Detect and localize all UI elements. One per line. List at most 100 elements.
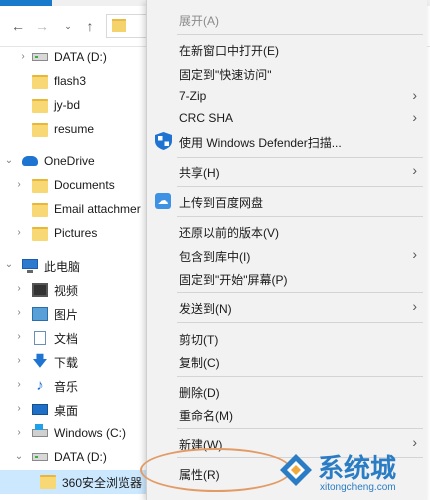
menu-item-label: 上传到百度网盘 (179, 196, 264, 210)
drive-icon (32, 53, 48, 61)
menu-item-label: CRC SHA (179, 111, 234, 125)
chevron-right-icon[interactable]: › (14, 307, 24, 319)
chevron-right-icon[interactable]: › (14, 179, 24, 191)
tree-item-videos[interactable]: › 视频 (0, 278, 148, 302)
tree-item-this-pc[interactable]: ⌄ 此电脑 (0, 254, 148, 278)
back-arrow-icon[interactable]: ← (8, 16, 28, 36)
tree-item-data-d[interactable]: ⌄ DATA (D:) (0, 446, 148, 470)
tree-item-documents[interactable]: › Documents (0, 174, 148, 198)
menu-separator (177, 292, 423, 293)
tree-item-label: DATA (D:) (54, 450, 107, 464)
tree-item-label: jy-bd (54, 98, 81, 112)
watermark-url: xitongcheng.com (320, 482, 396, 493)
chevron-down-icon[interactable]: ⌄ (4, 259, 14, 271)
menu-separator (177, 322, 423, 323)
tree-item-email-attachments[interactable]: Email attachmer (0, 198, 148, 222)
tree-item-jy-bd[interactable]: jy-bd (0, 94, 148, 118)
submenu-arrow-icon: › (412, 246, 417, 262)
download-arrow-icon: 🡇 (32, 353, 48, 370)
onedrive-cloud-icon (22, 156, 38, 166)
tree-item-windows-c[interactable]: › Windows (C:) (0, 422, 148, 446)
folder-icon (32, 123, 48, 137)
drive-icon (32, 453, 48, 461)
folder-icon (40, 475, 56, 489)
chevron-down-icon[interactable]: ⌄ (14, 451, 24, 463)
tree-item-label: Email attachmer (54, 202, 141, 216)
menu-item-label: 发送到(N) (179, 302, 232, 316)
menu-item-cut[interactable]: 剪切(T) (147, 326, 427, 350)
chevron-right-icon[interactable]: › (14, 331, 24, 343)
tree-item-label: 下载 (54, 356, 79, 370)
menu-item-crc-sha[interactable]: CRC SHA › (147, 106, 427, 130)
chevron-down-icon[interactable]: ⌄ (4, 155, 14, 167)
menu-separator (177, 428, 423, 429)
menu-item-restore-versions[interactable]: 还原以前的版本(V) (147, 219, 427, 243)
tree-item-desktop[interactable]: › 桌面 (0, 398, 148, 422)
chevron-right-icon[interactable]: › (14, 427, 24, 439)
menu-item-send-to[interactable]: 发送到(N) › (147, 295, 427, 319)
watermark: 系统城 xitongcheng.com (272, 446, 430, 500)
chevron-right-icon[interactable]: › (14, 379, 24, 391)
tree-item-resume[interactable]: resume (0, 118, 148, 142)
menu-separator (177, 34, 423, 35)
menu-item-rename[interactable]: 重命名(M) (147, 402, 427, 426)
tree-item-onedrive[interactable]: ⌄ OneDrive (0, 150, 148, 174)
menu-item-label: 固定到"开始"屏幕(P) (179, 273, 288, 287)
computer-icon (22, 259, 38, 273)
menu-item-pin-quick-access[interactable]: 固定到"快速访问" (147, 61, 427, 85)
tree-item-data-d-top[interactable]: › DATA (D:) (0, 46, 148, 70)
tree-item-flash3[interactable]: flash3 (0, 70, 148, 94)
folder-icon (32, 227, 48, 241)
menu-item-defender-scan[interactable]: 使用 Windows Defender扫描... (147, 129, 427, 153)
menu-item-expand[interactable]: 展开(A) (147, 7, 427, 31)
menu-item-label: 删除(D) (179, 386, 220, 400)
menu-item-7zip[interactable]: 7-Zip › (147, 84, 427, 108)
chevron-right-icon[interactable]: › (14, 403, 24, 415)
tree-item-label: 图片 (54, 308, 79, 322)
menu-item-copy[interactable]: 复制(C) (147, 349, 427, 373)
tree-item-pictures[interactable]: › Pictures (0, 222, 148, 246)
chevron-right-icon[interactable]: › (18, 51, 28, 63)
menu-item-include-library[interactable]: 包含到库中(I) › (147, 243, 427, 267)
tree-item-documents-library[interactable]: › 文档 (0, 326, 148, 350)
menu-separator (177, 157, 423, 158)
folder-icon (112, 19, 126, 32)
tree-item-music[interactable]: › ♪ 音乐 (0, 374, 148, 398)
chevron-right-icon[interactable]: › (14, 355, 24, 367)
chevron-right-icon[interactable]: › (14, 283, 24, 295)
menu-item-label: 包含到库中(I) (179, 250, 251, 264)
forward-arrow-icon[interactable]: → (32, 16, 52, 36)
baidu-netdisk-icon: ☁ (155, 193, 171, 209)
highlight-circle (140, 448, 292, 492)
menu-separator (177, 216, 423, 217)
tree-item-label: OneDrive (44, 154, 95, 168)
defender-shield-icon (155, 132, 172, 150)
tree-item-label: 360安全浏览器 (62, 476, 143, 490)
windows-drive-icon (32, 424, 48, 437)
menu-item-label: 展开(A) (179, 14, 219, 28)
tree-item-downloads[interactable]: › 🡇 下载 (0, 350, 148, 374)
folder-icon (32, 75, 48, 89)
menu-item-share[interactable]: 共享(H) › (147, 159, 427, 183)
tree-item-360-browser[interactable]: 360安全浏览器 (0, 470, 148, 494)
context-menu: 展开(A) 在新窗口中打开(E) 固定到"快速访问" 7-Zip › CRC S… (146, 0, 427, 500)
chevron-right-icon[interactable]: › (14, 227, 24, 239)
menu-item-upload-baidu[interactable]: ☁ 上传到百度网盘 (147, 189, 427, 213)
menu-item-open-new-window[interactable]: 在新窗口中打开(E) (147, 37, 427, 61)
submenu-arrow-icon: › (412, 298, 417, 314)
folder-icon (32, 99, 48, 113)
menu-separator (177, 186, 423, 187)
menu-item-label: 在新窗口中打开(E) (179, 44, 279, 58)
recent-locations-chevron-icon[interactable]: ⌄ (58, 16, 78, 36)
menu-item-delete[interactable]: 删除(D) (147, 379, 427, 403)
menu-item-label: 还原以前的版本(V) (179, 226, 279, 240)
up-arrow-icon[interactable]: ↑ (80, 16, 100, 36)
menu-item-label: 重命名(M) (179, 409, 233, 423)
folder-icon (32, 203, 48, 217)
tree-item-label: Documents (54, 178, 115, 192)
submenu-arrow-icon: › (412, 109, 417, 125)
tree-item-label: 文档 (54, 332, 79, 346)
submenu-arrow-icon: › (412, 162, 417, 178)
menu-item-pin-start[interactable]: 固定到"开始"屏幕(P) (147, 266, 427, 290)
tree-item-pictures-library[interactable]: › 图片 (0, 302, 148, 326)
